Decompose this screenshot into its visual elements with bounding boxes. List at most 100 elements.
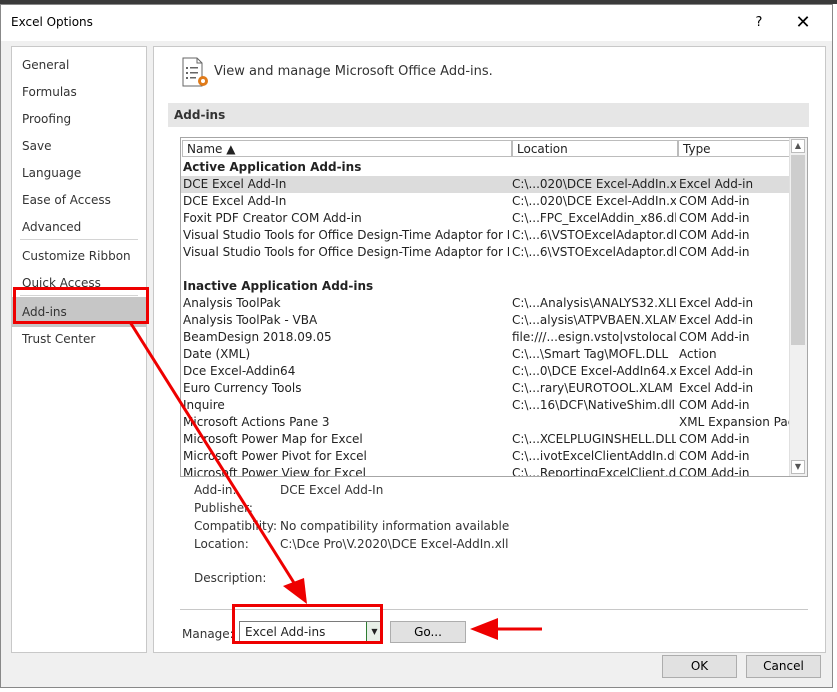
sidebar-item-trust-center[interactable]: Trust Center <box>12 326 146 353</box>
row-type: Excel Add-in <box>679 177 754 191</box>
manage-label: Manage: <box>182 627 234 641</box>
row-location: file:///...esign.vsto|vstolocal <box>512 330 676 344</box>
row-name: Analysis ToolPak <box>183 296 281 310</box>
go-button[interactable]: Go... <box>390 621 466 643</box>
table-row[interactable]: Euro Currency Tools C:\...rary\EUROTOOL.… <box>181 380 791 397</box>
row-name: Microsoft Power Pivot for Excel <box>183 449 367 463</box>
row-location: C:\...020\DCE Excel-AddIn.xll <box>512 177 676 191</box>
row-name: Visual Studio Tools for Office Design-Ti… <box>183 228 509 242</box>
sidebar-item-proofing[interactable]: Proofing <box>12 106 146 133</box>
cancel-button[interactable]: Cancel <box>746 655 821 678</box>
table-row[interactable]: DCE Excel Add-In C:\...020\DCE Excel-Add… <box>181 176 791 193</box>
sidebar-item-ease-of-access[interactable]: Ease of Access <box>12 187 146 214</box>
row-type: Excel Add-in <box>679 381 754 395</box>
row-type: COM Add-in <box>679 211 750 225</box>
row-name: Inquire <box>183 398 225 412</box>
row-name: BeamDesign 2018.09.05 <box>183 330 332 344</box>
row-name: Microsoft Actions Pane 3 <box>183 415 330 429</box>
row-location: C:\...6\VSTOExcelAdaptor.dll <box>512 245 676 259</box>
row-name: Dce Excel-Addin64 <box>183 364 296 378</box>
table-row[interactable]: DCE Excel Add-In C:\...020\DCE Excel-Add… <box>181 193 791 210</box>
sidebar-item-general[interactable]: General <box>12 52 146 79</box>
table-row[interactable]: Foxit PDF Creator COM Add-in C:\...FPC_E… <box>181 210 791 227</box>
row-type: Excel Add-in <box>679 364 754 378</box>
column-header-location[interactable]: Location <box>512 140 678 157</box>
row-name: Foxit PDF Creator COM Add-in <box>183 211 362 225</box>
row-name: DCE Excel Add-In <box>183 194 287 208</box>
row-location: C:\...ReportingExcelClient.dll <box>512 466 676 477</box>
options-sidebar: General Formulas Proofing Save Language … <box>11 46 147 653</box>
row-location: C:\...16\DCF\NativeShim.dll <box>512 398 675 412</box>
table-row[interactable]: Analysis ToolPak - VBA C:\...alysis\ATPV… <box>181 312 791 329</box>
detail-description-label: Description: <box>194 571 267 585</box>
row-type: COM Add-in <box>679 194 750 208</box>
table-row[interactable]: Visual Studio Tools for Office Design-Ti… <box>181 227 791 244</box>
sidebar-item-language[interactable]: Language <box>12 160 146 187</box>
help-button[interactable]: ? <box>749 13 769 33</box>
column-header-name[interactable]: Name ▲ <box>182 140 512 157</box>
table-row[interactable]: Visual Studio Tools for Office Design-Ti… <box>181 244 791 261</box>
add-ins-panel: View and manage Microsoft Office Add-ins… <box>153 46 826 653</box>
row-location: C:\...FPC_ExcelAddin_x86.dll <box>512 211 676 225</box>
table-row[interactable]: Microsoft Power Pivot for Excel C:\...iv… <box>181 448 791 465</box>
detail-compatibility-label: Compatibility: <box>194 519 278 533</box>
sidebar-item-customize-ribbon[interactable]: Customize Ribbon <box>12 243 146 270</box>
row-type: COM Add-in <box>679 245 750 259</box>
table-row[interactable]: Analysis ToolPak C:\...Analysis\ANALYS32… <box>181 295 791 312</box>
detail-addin-value: DCE Excel Add-In <box>280 483 384 497</box>
row-type: COM Add-in <box>679 432 750 446</box>
section-header-add-ins: Add-ins <box>168 103 809 127</box>
sidebar-item-save[interactable]: Save <box>12 133 146 160</box>
row-name: DCE Excel Add-In <box>183 177 287 191</box>
row-name: Date (XML) <box>183 347 251 361</box>
annotation-highlight-manage <box>232 604 383 644</box>
detail-addin-label: Add-in: <box>194 483 237 497</box>
scroll-up-arrow-icon[interactable]: ▲ <box>791 139 805 153</box>
sidebar-item-formulas[interactable]: Formulas <box>12 79 146 106</box>
row-location: C:\...\Smart Tag\MOFL.DLL <box>512 347 669 361</box>
add-ins-page-icon <box>182 57 208 87</box>
row-location: C:\...ivotExcelClientAddIn.dll <box>512 449 676 463</box>
row-type: COM Add-in <box>679 466 750 477</box>
row-type: COM Add-in <box>679 398 750 412</box>
sidebar-separator <box>20 239 138 240</box>
add-ins-list[interactable]: Name ▲ Location Type Active Application … <box>180 137 808 477</box>
annotation-highlight-add-ins <box>13 287 149 324</box>
row-name: Euro Currency Tools <box>183 381 302 395</box>
list-scrollbar[interactable]: ▲ ▼ <box>789 138 807 476</box>
row-type: XML Expansion Pack <box>679 415 791 429</box>
group-header-active: Active Application Add-ins <box>183 160 362 174</box>
row-location: C:\...0\DCE Excel-AddIn64.xll <box>512 364 676 378</box>
scrollbar-thumb[interactable] <box>791 155 805 345</box>
scroll-down-arrow-icon[interactable]: ▼ <box>791 460 805 474</box>
table-row[interactable]: Inquire C:\...16\DCF\NativeShim.dll COM … <box>181 397 791 414</box>
detail-location-value: C:\Dce Pro\V.2020\DCE Excel-AddIn.xll <box>280 537 509 551</box>
row-name: Visual Studio Tools for Office Design-Ti… <box>183 245 509 259</box>
table-row[interactable]: Dce Excel-Addin64 C:\...0\DCE Excel-AddI… <box>181 363 791 380</box>
table-row[interactable]: Microsoft Actions Pane 3 XML Expansion P… <box>181 414 791 431</box>
detail-publisher-label: Publisher: <box>194 501 253 515</box>
close-button[interactable]: ✕ <box>793 13 813 33</box>
table-row[interactable]: Microsoft Power View for Excel C:\...Rep… <box>181 465 791 477</box>
table-row[interactable]: Date (XML) C:\...\Smart Tag\MOFL.DLL Act… <box>181 346 791 363</box>
row-location: C:\...XCELPLUGINSHELL.DLL <box>512 432 676 446</box>
sidebar-item-advanced[interactable]: Advanced <box>12 214 146 241</box>
column-header-type[interactable]: Type <box>678 140 790 157</box>
dialog-title: Excel Options <box>11 15 93 29</box>
table-row[interactable]: Microsoft Power Map for Excel C:\...XCEL… <box>181 431 791 448</box>
group-header-inactive: Inactive Application Add-ins <box>183 279 374 293</box>
table-row[interactable]: BeamDesign 2018.09.05 file:///...esign.v… <box>181 329 791 346</box>
excel-options-dialog: Excel Options ? ✕ General Formulas Proof… <box>0 4 833 688</box>
detail-location-label: Location: <box>194 537 249 551</box>
page-heading: View and manage Microsoft Office Add-ins… <box>214 64 493 79</box>
row-name: Microsoft Power Map for Excel <box>183 432 363 446</box>
title-bar: Excel Options ? ✕ <box>1 5 832 41</box>
row-type: Excel Add-in <box>679 313 754 327</box>
row-location: C:\...6\VSTOExcelAdaptor.dll <box>512 228 676 242</box>
row-location: C:\...020\DCE Excel-AddIn.xll <box>512 194 676 208</box>
row-location: C:\...Analysis\ANALYS32.XLL <box>512 296 676 310</box>
row-type: COM Add-in <box>679 228 750 242</box>
row-type: COM Add-in <box>679 330 750 344</box>
detail-compatibility-value: No compatibility information available <box>280 519 510 533</box>
ok-button[interactable]: OK <box>662 655 737 678</box>
